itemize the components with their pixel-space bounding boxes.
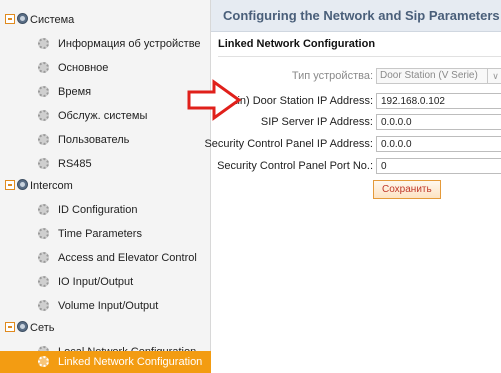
page-header: Configuring the Network and Sip Paramete… (211, 0, 501, 32)
device-type-row: Тип устройства: Door Station (V Serie) ∨ (211, 66, 501, 86)
collapse-icon[interactable] (5, 14, 15, 24)
chevron-down-icon[interactable]: ∨ (487, 69, 501, 83)
security-panel-port-row: Security Control Panel Port No.: (211, 156, 501, 176)
gear-icon (38, 158, 49, 169)
sidebar-item-label: Time Parameters (58, 228, 142, 240)
device-type-value: Door Station (V Serie) (380, 70, 478, 81)
divider (218, 56, 501, 57)
sidebar-item-user[interactable]: Пользователь (0, 128, 211, 152)
sidebar-group-intercom[interactable]: Intercom (0, 174, 211, 198)
sip-server-ip-input[interactable] (376, 114, 501, 130)
device-type-select[interactable]: Door Station (V Serie) ∨ (376, 68, 501, 84)
sidebar-item-label: Обслуж. системы (58, 110, 148, 122)
gear-icon (38, 252, 49, 263)
sidebar-item-time[interactable]: Время (0, 80, 211, 104)
gear-icon (38, 134, 49, 145)
sidebar-group-system[interactable]: Система (0, 8, 211, 32)
security-panel-ip-row: Security Control Panel IP Address: (204, 134, 501, 154)
security-panel-port-label: Security Control Panel Port No.: (217, 160, 373, 172)
sidebar-item-maintenance[interactable]: Обслуж. системы (0, 104, 211, 128)
main-door-station-ip-input[interactable] (376, 93, 501, 109)
sidebar-item-label: Информация об устройстве (58, 38, 201, 50)
collapse-icon[interactable] (5, 322, 15, 332)
sidebar-item-label: Access and Elevator Control (58, 252, 197, 264)
gear-icon (38, 38, 49, 49)
security-panel-port-input[interactable] (376, 158, 501, 174)
save-button[interactable]: Сохранить (373, 180, 441, 199)
collapse-icon[interactable] (5, 180, 15, 190)
red-arrow-icon (187, 79, 242, 121)
gear-icon (38, 228, 49, 239)
sidebar-group-network[interactable]: Сеть (0, 316, 211, 340)
sidebar-item-rs485[interactable]: RS485 (0, 152, 211, 176)
sidebar-group-label: Сеть (30, 322, 55, 334)
sidebar-item-label: Volume Input/Output (58, 300, 159, 312)
gear-icon (38, 62, 49, 73)
sidebar-group-label: Intercom (30, 180, 73, 192)
sidebar: Система Информация об устройстве Основно… (0, 0, 211, 373)
sidebar-group-label: Система (30, 14, 75, 26)
sidebar-item-time-parameters[interactable]: Time Parameters (0, 222, 211, 246)
section-title: Linked Network Configuration (218, 38, 376, 50)
sidebar-item-basic[interactable]: Основное (0, 56, 211, 80)
sidebar-item-io[interactable]: IO Input/Output (0, 270, 211, 294)
sip-server-ip-label: SIP Server IP Address: (260, 116, 373, 128)
gear-icon (38, 86, 49, 97)
security-panel-ip-input[interactable] (376, 136, 501, 152)
sidebar-item-label: Linked Network Configuration (58, 356, 203, 368)
gear-icon (38, 300, 49, 311)
sidebar-item-label: ID Configuration (58, 204, 138, 216)
sidebar-item-access-elevator[interactable]: Access and Elevator Control (0, 246, 211, 270)
sidebar-item-volume[interactable]: Volume Input/Output (0, 294, 211, 318)
security-panel-ip-label: Security Control Panel IP Address: (204, 138, 373, 150)
sidebar-item-label: Время (58, 86, 92, 98)
sidebar-item-label: RS485 (58, 158, 92, 170)
gear-icon (38, 356, 49, 367)
sidebar-item-label: Пользователь (58, 134, 130, 146)
gear-icon (38, 276, 49, 287)
main-panel: Configuring the Network and Sip Paramete… (204, 0, 501, 372)
globe-icon (17, 179, 28, 190)
sidebar-item-linked-network[interactable]: Linked Network Configuration (0, 351, 211, 373)
sidebar-item-label: IO Input/Output (58, 276, 134, 288)
page-title: Configuring the Network and Sip Paramete… (223, 8, 500, 23)
main-door-station-ip-row: (Main) Door Station IP Address: (211, 91, 501, 111)
sidebar-item-id-configuration[interactable]: ID Configuration (0, 198, 211, 222)
sidebar-item-device-info[interactable]: Информация об устройстве (0, 32, 211, 56)
sip-server-ip-row: SIP Server IP Address: (211, 112, 501, 132)
globe-icon (17, 321, 28, 332)
device-type-label: Тип устройства: (291, 70, 373, 82)
gear-icon (38, 204, 49, 215)
globe-icon (17, 13, 28, 24)
gear-icon (38, 110, 49, 121)
sidebar-item-label: Основное (58, 62, 109, 74)
